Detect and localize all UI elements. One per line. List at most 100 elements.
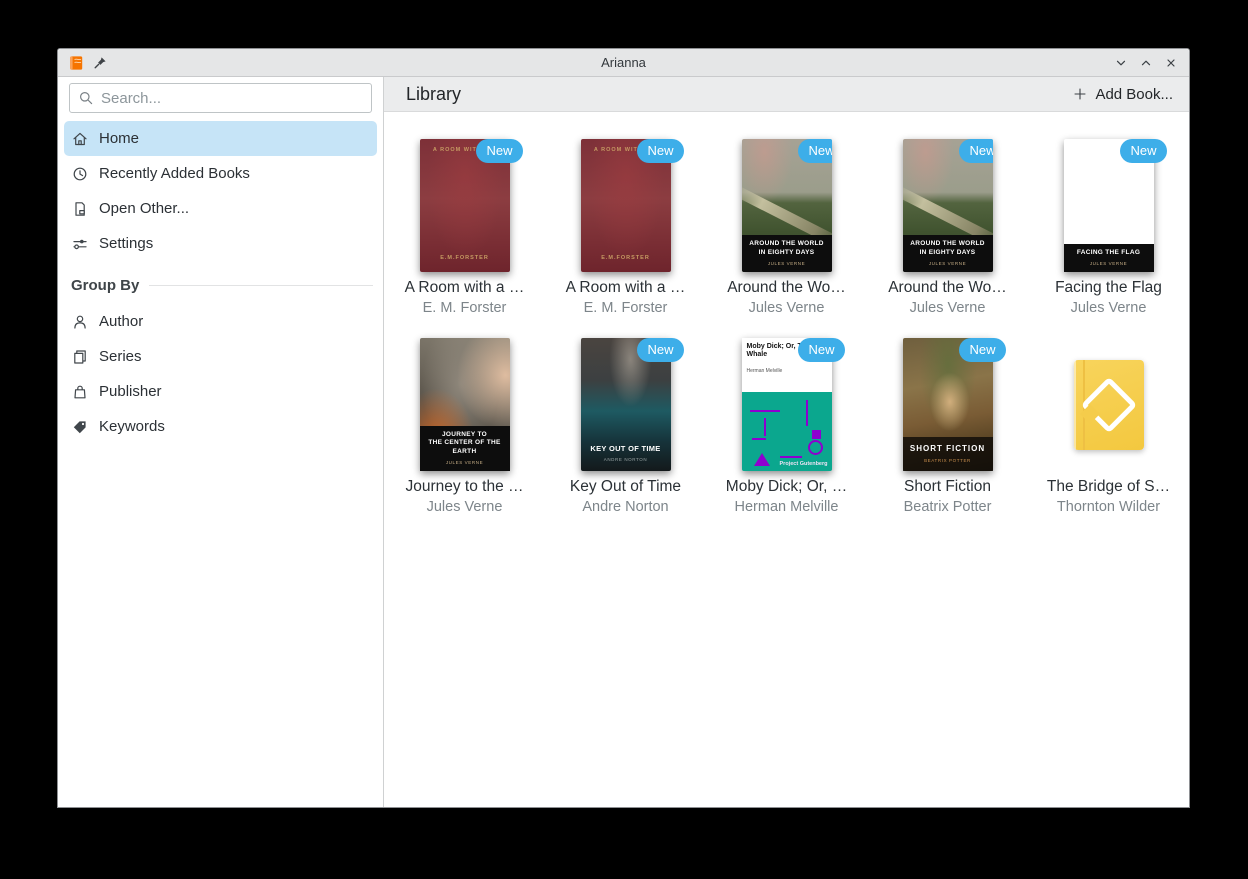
cover-band: AROUND THE WORLDIN EIGHTY DAYS JULES VER…: [903, 235, 993, 272]
clock-icon: [71, 165, 89, 183]
book-item[interactable]: JOURNEY TOTHE CENTER OF THE EARTH JULES …: [384, 338, 545, 515]
group-by-keywords[interactable]: Keywords: [64, 409, 377, 444]
bag-icon: [71, 383, 89, 401]
book-author: Thornton Wilder: [1057, 499, 1160, 515]
sidebar-item-label: Series: [99, 348, 142, 365]
search-icon: [78, 90, 94, 106]
book-cover[interactable]: A ROOM WITH A V E.M.FORSTER New: [581, 139, 671, 272]
new-badge: New: [1120, 139, 1166, 163]
book-cover[interactable]: AROUND THE WORLDIN EIGHTY DAYS JULES VER…: [903, 139, 993, 272]
cover-band-lines: SHORT FICTION: [905, 444, 991, 455]
group-by-list: Author Series Publisher Keywords: [58, 302, 383, 444]
book-title: Journey to the …: [405, 478, 523, 496]
group-by-divider: [149, 285, 373, 286]
search-input[interactable]: [101, 90, 363, 107]
book-cover[interactable]: [1074, 360, 1144, 450]
book-cover[interactable]: KEY OUT OF TIME ANDRE NORTON New: [581, 338, 671, 471]
book-grid: A ROOM WITH A V E.M.FORSTER New A Room w…: [384, 139, 1189, 515]
book-author: E. M. Forster: [423, 300, 507, 316]
sidebar-item-label: Keywords: [99, 418, 165, 435]
cover-band: KEY OUT OF TIME ANDRE NORTON: [581, 439, 671, 471]
book-item[interactable]: The Bridge of S… Thornton Wilder: [1028, 338, 1189, 515]
library-content: A ROOM WITH A V E.M.FORSTER New A Room w…: [384, 112, 1189, 807]
cover-band: E.M.FORSTER: [581, 250, 671, 272]
new-badge: New: [637, 139, 683, 163]
cover-brand: Project Gutenberg: [780, 461, 828, 467]
app-icon: [68, 55, 84, 71]
new-badge: New: [637, 338, 683, 362]
main-area: Home Recently Added Books Open Other... …: [58, 77, 1189, 807]
book-author: Herman Melville: [735, 499, 839, 515]
book-cover[interactable]: AROUND THE WORLDIN EIGHTY DAYS JULES VER…: [742, 139, 832, 272]
new-badge: New: [476, 139, 522, 163]
cover-band-lines: KEY OUT OF TIME: [583, 444, 669, 454]
new-badge: New: [959, 338, 1005, 362]
sidebar-item-label: Open Other...: [99, 200, 189, 217]
book-item[interactable]: Moby Dick; Or, The Whale Herman Melville…: [706, 338, 867, 515]
book-cover[interactable]: JOURNEY TOTHE CENTER OF THE EARTH JULES …: [420, 338, 510, 471]
book-item[interactable]: SHORT FICTION BEATRIX POTTER New Short F…: [867, 338, 1028, 515]
maximize-button[interactable]: [1138, 55, 1154, 71]
new-badge: New: [959, 139, 992, 163]
group-by-header: Group By: [58, 261, 383, 302]
close-button[interactable]: [1163, 55, 1179, 71]
sidebar-item-settings[interactable]: Settings: [64, 226, 377, 261]
titlebar[interactable]: Arianna: [58, 49, 1189, 77]
cover-band-lines: JOURNEY TOTHE CENTER OF THE EARTH: [422, 431, 508, 457]
book-cover[interactable]: Moby Dick; Or, The Whale Herman Melville…: [742, 338, 832, 471]
group-by-publisher[interactable]: Publisher: [64, 374, 377, 409]
book-cover[interactable]: A ROOM WITH A V E.M.FORSTER New: [420, 139, 510, 272]
cover-band: E.M.FORSTER: [420, 250, 510, 272]
book-author: Jules Verne: [1071, 300, 1147, 316]
book-author: E. M. Forster: [584, 300, 668, 316]
cover-band-subtitle: ANDRE NORTON: [583, 457, 669, 462]
tag-icon: [71, 418, 89, 436]
add-book-label: Add Book...: [1095, 86, 1173, 103]
cover-band-subtitle: JULES VERNE: [1066, 261, 1152, 266]
group-by-label: Group By: [71, 277, 139, 294]
book-cover[interactable]: SHORT FICTION BEATRIX POTTER New: [903, 338, 993, 471]
book-item[interactable]: A ROOM WITH A V E.M.FORSTER New A Room w…: [545, 139, 706, 316]
cover-band-lines: AROUND THE WORLDIN EIGHTY DAYS: [744, 240, 830, 258]
add-book-button[interactable]: Add Book...: [1072, 86, 1173, 103]
sidebar-item-label: Author: [99, 313, 143, 330]
cover-band: AROUND THE WORLDIN EIGHTY DAYS JULES VER…: [742, 235, 832, 272]
plus-icon: [1072, 86, 1088, 102]
book-author: Jules Verne: [427, 499, 503, 515]
group-by-series[interactable]: Series: [64, 339, 377, 374]
cover-band-subtitle: JULES VERNE: [744, 261, 830, 266]
cover-band: JOURNEY TOTHE CENTER OF THE EARTH JULES …: [420, 426, 510, 471]
person-icon: [71, 313, 89, 331]
book-cover[interactable]: FACING THE FLAG JULES VERNE New: [1064, 139, 1154, 272]
cover-band: SHORT FICTION BEATRIX POTTER: [903, 437, 993, 471]
book-title: Key Out of Time: [570, 478, 681, 496]
cover-band-subtitle: BEATRIX POTTER: [905, 458, 991, 463]
book-item[interactable]: A ROOM WITH A V E.M.FORSTER New A Room w…: [384, 139, 545, 316]
book-title: A Room with a …: [566, 279, 686, 297]
sidebar-item-open-other[interactable]: Open Other...: [64, 191, 377, 226]
sidebar-item-recently-added-books[interactable]: Recently Added Books: [64, 156, 377, 191]
book-title: Around the Wo…: [727, 279, 846, 297]
minimize-button[interactable]: [1113, 55, 1129, 71]
cover-band-subtitle: JULES VERNE: [422, 460, 508, 465]
sidebar-item-home[interactable]: Home: [64, 121, 377, 156]
group-by-author[interactable]: Author: [64, 304, 377, 339]
sidebar-nav: Home Recently Added Books Open Other... …: [58, 119, 383, 261]
sidebar-item-label: Settings: [99, 235, 153, 252]
window-controls: [1113, 55, 1189, 71]
library-page: Library Add Book... A ROOM WITH A V E.M.…: [384, 77, 1189, 807]
document-open-icon: [71, 200, 89, 218]
cover-band-lines: E.M.FORSTER: [583, 255, 669, 262]
book-item[interactable]: AROUND THE WORLDIN EIGHTY DAYS JULES VER…: [706, 139, 867, 316]
book-item[interactable]: FACING THE FLAG JULES VERNE New Facing t…: [1028, 139, 1189, 316]
book-item[interactable]: AROUND THE WORLDIN EIGHTY DAYS JULES VER…: [867, 139, 1028, 316]
search-field[interactable]: [69, 83, 372, 113]
book-author: Beatrix Potter: [904, 499, 992, 515]
book-author: Andre Norton: [582, 499, 668, 515]
pin-icon[interactable]: [92, 55, 108, 71]
book-title: Facing the Flag: [1055, 279, 1162, 297]
book-title: Short Fiction: [904, 478, 991, 496]
book-item[interactable]: KEY OUT OF TIME ANDRE NORTON New Key Out…: [545, 338, 706, 515]
book-author: Jules Verne: [910, 300, 986, 316]
copies-icon: [71, 348, 89, 366]
